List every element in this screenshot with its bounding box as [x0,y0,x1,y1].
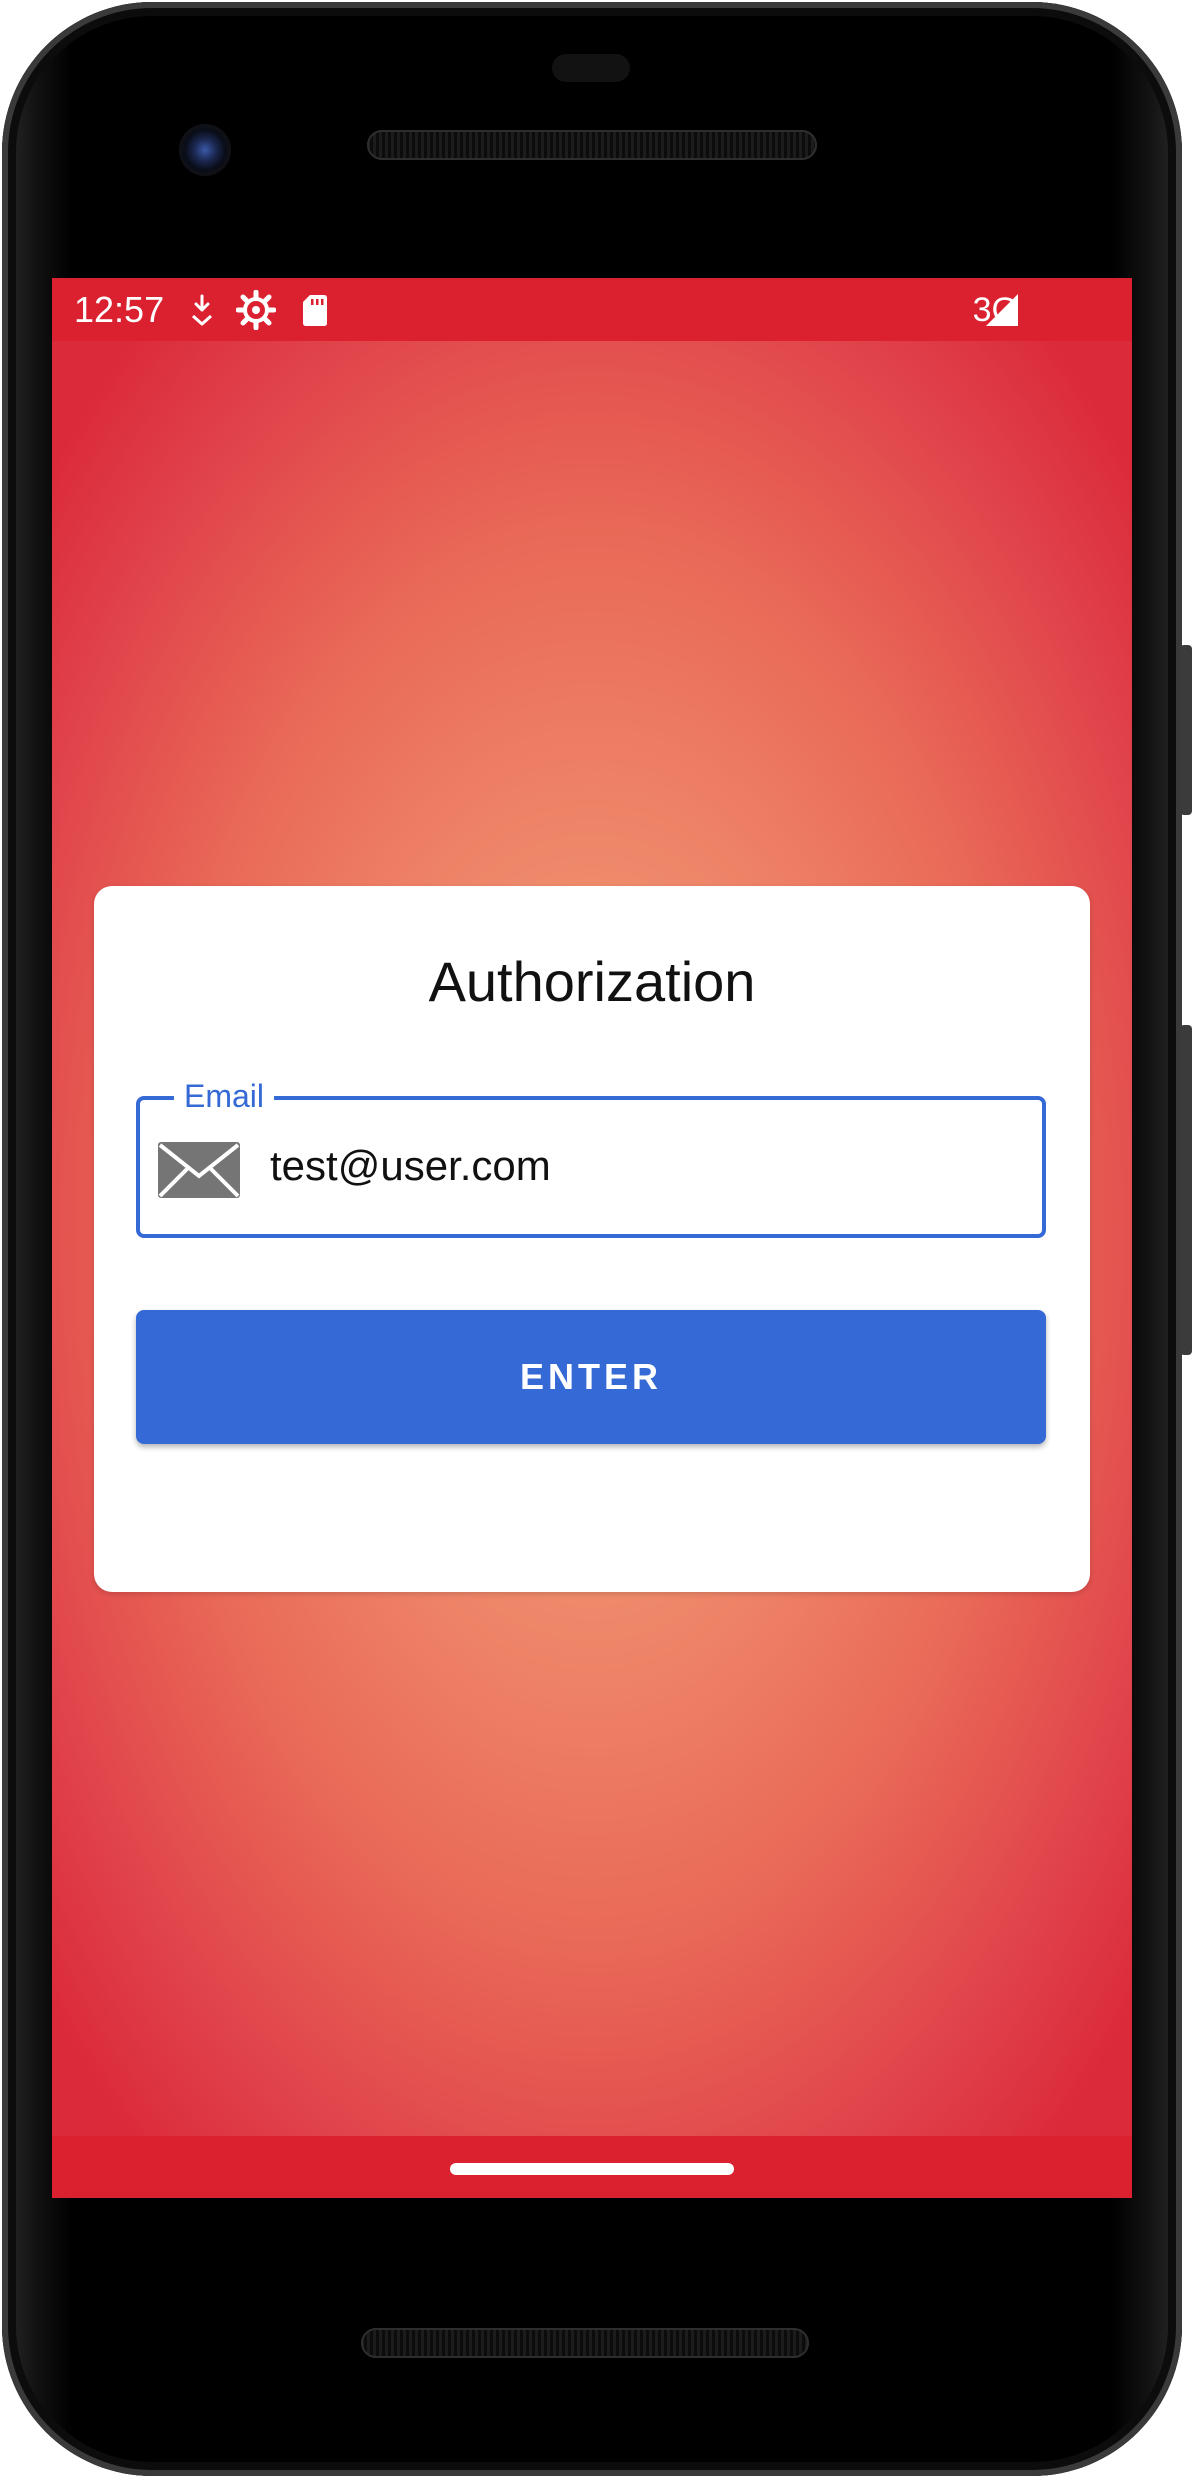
sd-card-icon [303,295,327,326]
email-label: Email [174,1076,275,1116]
phone-device: 12:57 3G Authorization Email test@user.c… [0,0,1194,2480]
authorization-card: Authorization Email ENTER [94,886,1090,1592]
front-camera [179,124,231,176]
status-bar: 12:57 3G [52,278,1132,341]
email-input[interactable] [270,1130,1030,1202]
bottom-speaker-grille [361,2328,809,2358]
mail-icon [158,1142,240,1198]
home-gesture-handle[interactable] [450,2163,734,2175]
top-speaker-grille [367,130,817,160]
signal-icon [986,294,1018,326]
navigation-bar [52,2136,1132,2198]
volume-button [1180,1025,1192,1355]
proximity-sensor [552,54,630,82]
screen: 12:57 3G Authorization Email test@user.c… [52,278,1132,2198]
enter-button[interactable]: ENTER [136,1310,1046,1444]
settings-gear-icon [236,290,276,330]
email-field[interactable]: Email [136,1076,1046,1238]
power-button [1180,645,1192,815]
card-title: Authorization [428,950,756,1013]
status-time: 12:57 [74,289,165,330]
download-status-icon [192,294,212,326]
